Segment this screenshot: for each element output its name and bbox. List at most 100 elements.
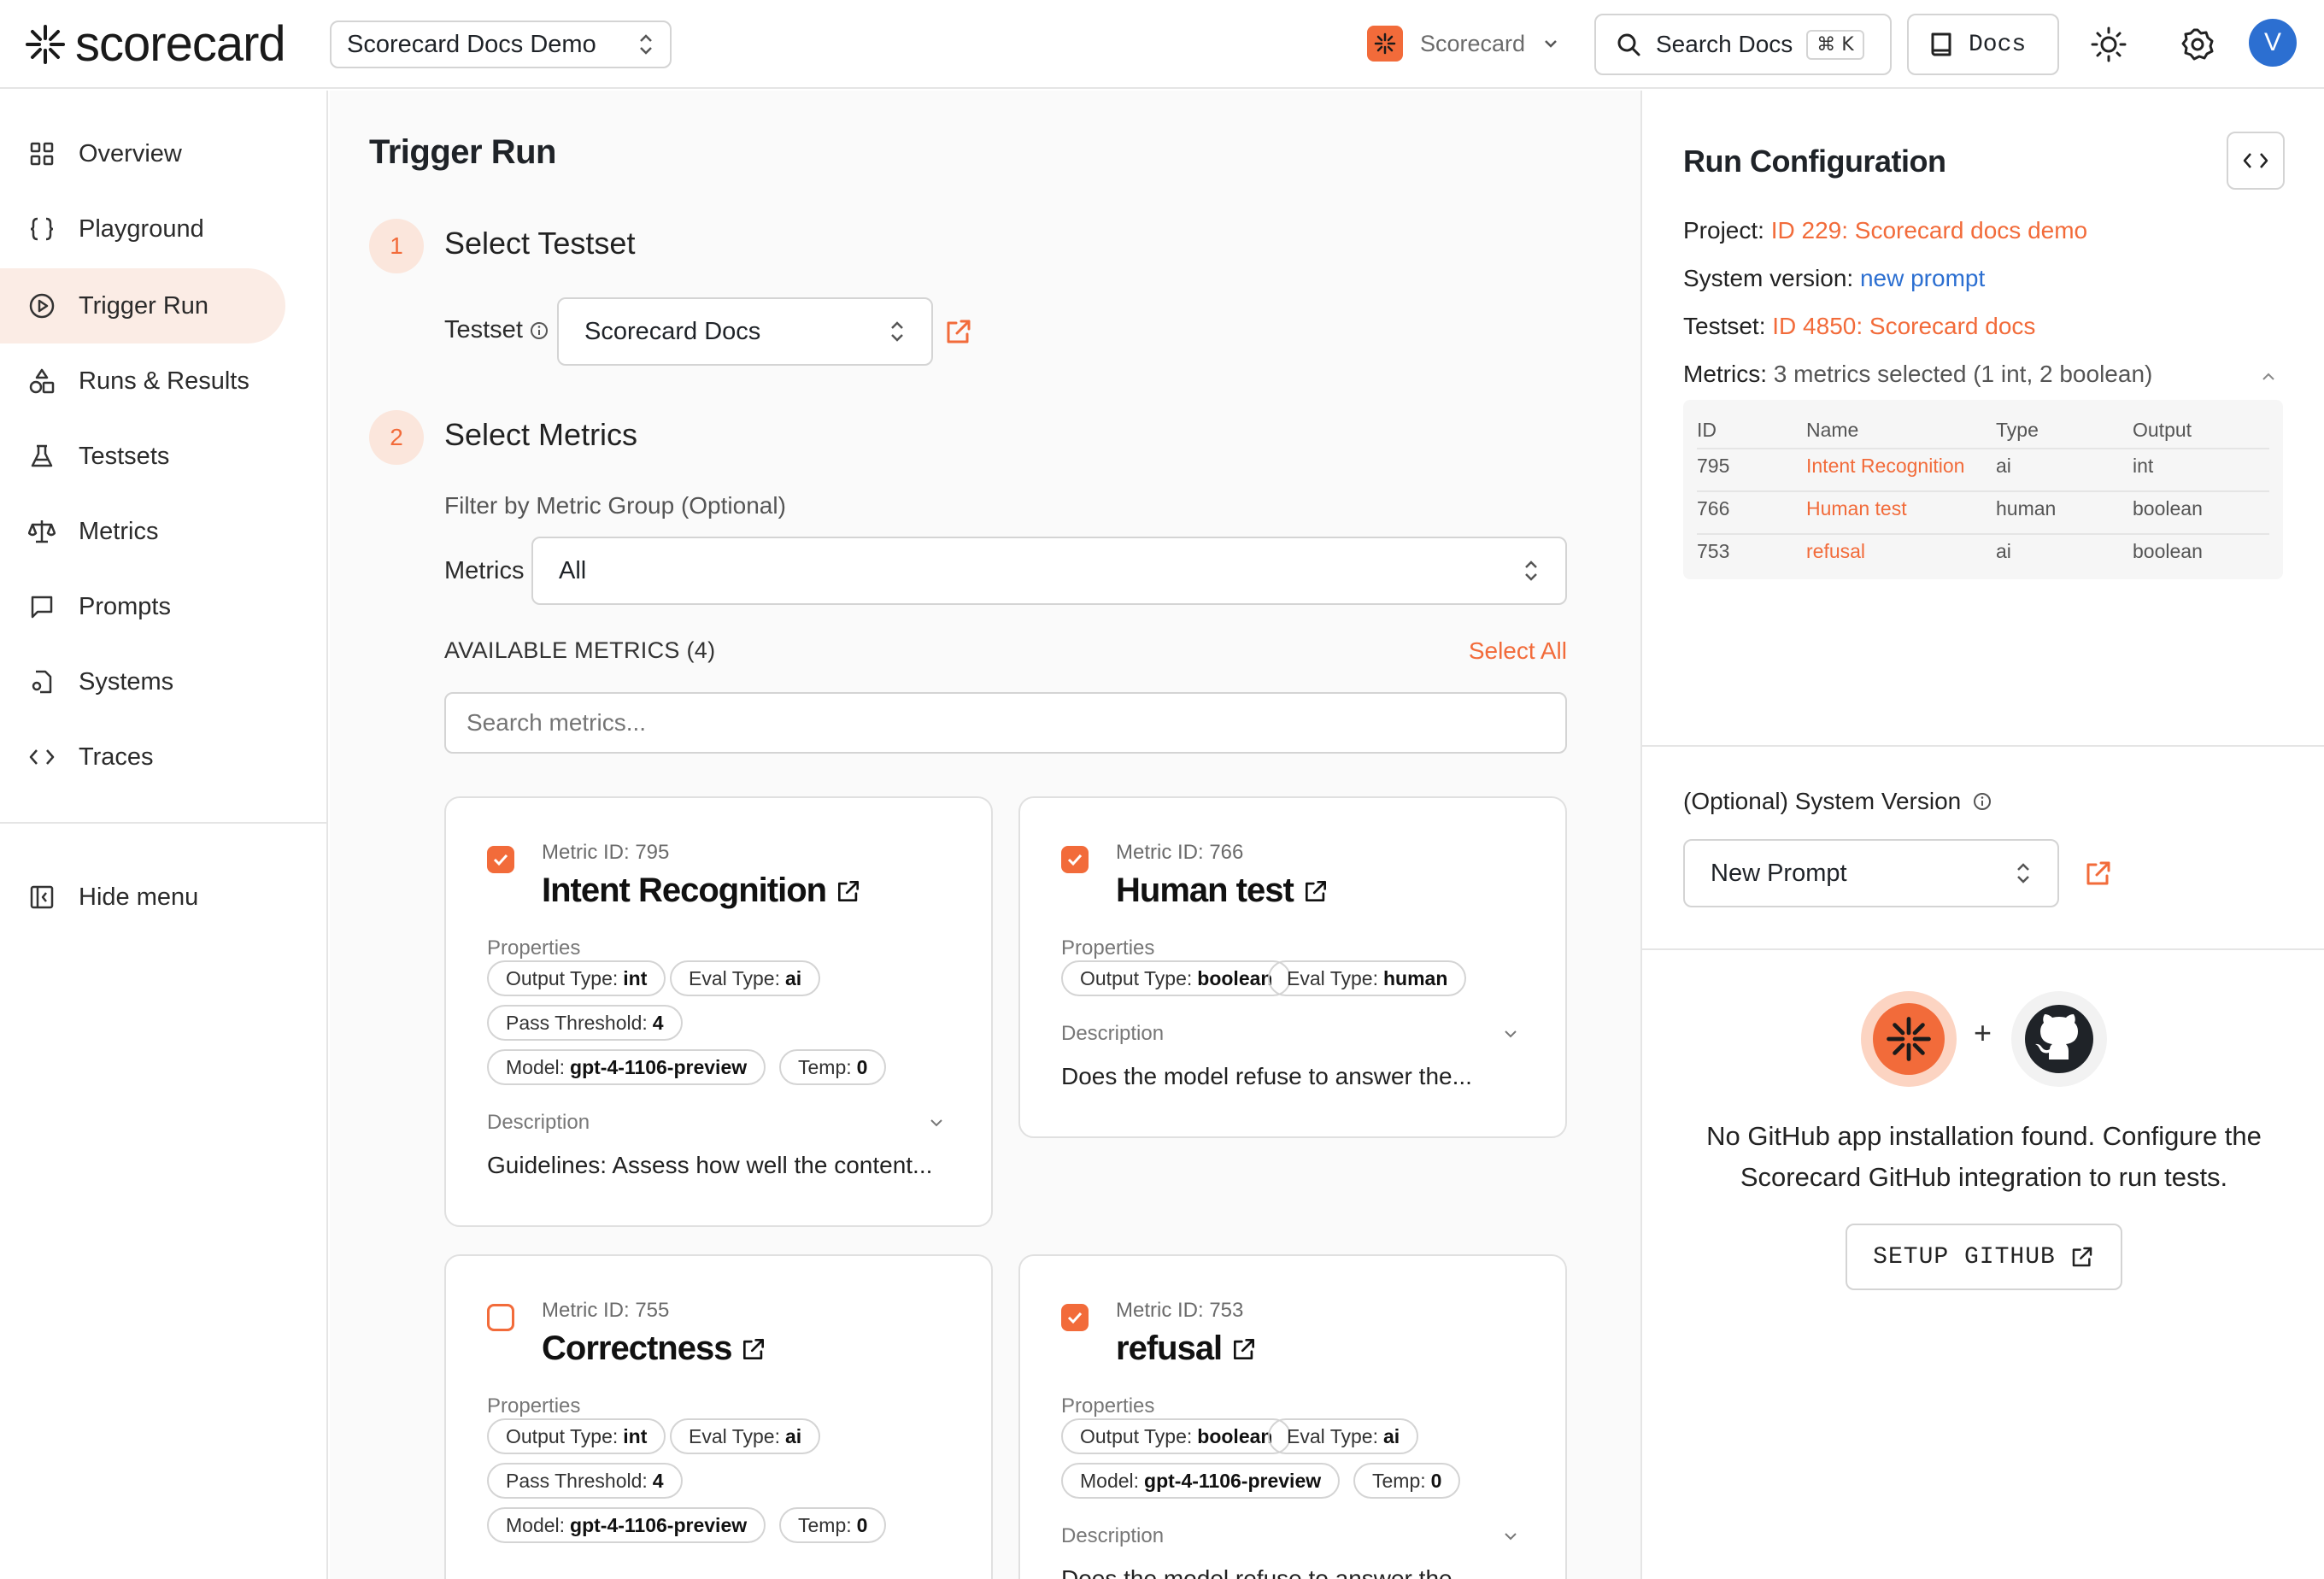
external-link-icon[interactable] — [2083, 858, 2114, 889]
info-icon[interactable] — [530, 321, 549, 340]
metric-name[interactable]: Intent Recognition — [542, 872, 862, 910]
property-chip: Eval Type: ai — [1268, 1418, 1419, 1454]
project-select[interactable]: Scorecard Docs Demo — [330, 21, 672, 68]
sidebar-item-metrics[interactable]: Metrics — [0, 494, 285, 569]
description-label: Description — [1061, 1022, 1165, 1045]
property-chip: Eval Type: ai — [670, 1418, 821, 1454]
property-chip: Output Type: int — [487, 960, 666, 996]
testset-link[interactable]: ID 4850: Scorecard docs — [1772, 313, 2035, 339]
sidebar-item-overview[interactable]: Overview — [0, 116, 285, 191]
metric-link[interactable]: refusal — [1806, 540, 1865, 563]
sidebar-item-playground[interactable]: Playground — [0, 191, 285, 267]
check-icon — [493, 854, 508, 866]
code-icon — [27, 743, 56, 772]
metric-checkbox[interactable] — [487, 1304, 514, 1331]
metrics-field-label: Metrics — [444, 557, 525, 584]
search-docs-button[interactable]: Search Docs ⌘ K — [1594, 14, 1892, 75]
external-link-icon[interactable] — [1230, 1335, 1258, 1363]
metric-card[interactable]: Metric ID: 753 refusal Properties Output… — [1018, 1254, 1567, 1579]
info-icon[interactable] — [1973, 792, 1992, 811]
metric-group-select[interactable]: All — [531, 537, 1567, 605]
scorecard-logo-icon — [1861, 991, 1957, 1087]
select-all-link[interactable]: Select All — [1466, 637, 1567, 665]
run-configuration-title: Run Configuration — [1683, 144, 1946, 179]
sidebar-item-runs-results[interactable]: Runs & Results — [0, 343, 285, 419]
chevron-down-icon[interactable] — [1500, 1024, 1521, 1044]
testset-label-text: Testset — [444, 316, 523, 343]
testset-select[interactable]: Scorecard Docs — [557, 297, 933, 366]
metric-id: Metric ID: 766 — [1116, 841, 1244, 864]
metric-id: Metric ID: 753 — [1116, 1299, 1244, 1322]
system-version-select[interactable]: New Prompt — [1683, 839, 2059, 907]
panel-divider — [1642, 948, 2324, 950]
book-icon — [1931, 32, 1951, 56]
testset-field-label: Testset — [444, 316, 549, 344]
metric-checkbox[interactable] — [1061, 846, 1089, 873]
chevron-down-icon — [1545, 40, 1557, 48]
project-link[interactable]: ID 229: Scorecard docs demo — [1771, 217, 2087, 244]
settings-gear-icon[interactable] — [2179, 26, 2216, 63]
chevron-down-icon[interactable] — [1500, 1526, 1521, 1547]
external-link-icon[interactable] — [740, 1335, 767, 1363]
org-logo-icon — [1367, 26, 1403, 62]
sidebar: Overview Playground Trigger Run Runs & R… — [0, 91, 328, 1579]
metric-card[interactable]: Metric ID: 795 Intent Recognition Proper… — [444, 796, 993, 1227]
sidebar-item-trigger-run[interactable]: Trigger Run — [0, 268, 285, 343]
hide-menu-label: Hide menu — [79, 883, 199, 911]
metric-name-text: Correctness — [542, 1330, 732, 1367]
property-chip: Temp: 0 — [1353, 1463, 1461, 1499]
view-code-button[interactable] — [2227, 132, 2285, 190]
metric-link[interactable]: Intent Recognition — [1806, 455, 1964, 478]
setup-github-button[interactable]: SETUP GITHUB — [1846, 1224, 2122, 1290]
external-link-icon[interactable] — [835, 878, 862, 905]
user-avatar[interactable]: V — [2249, 19, 2297, 67]
code-icon — [2243, 153, 2268, 168]
sidebar-item-traces[interactable]: Traces — [0, 719, 285, 795]
sidebar-item-systems[interactable]: Systems — [0, 644, 285, 719]
selected-metrics-table: ID Name Type Output 795 Intent Recogniti… — [1683, 400, 2283, 579]
metric-name[interactable]: Correctness — [542, 1330, 767, 1368]
metric-card[interactable]: Metric ID: 755 Correctness Properties Ou… — [444, 1254, 993, 1579]
scorecard-logo[interactable]: scorecard — [26, 15, 286, 73]
grid-icon — [27, 139, 56, 168]
step-2-title: Select Metrics — [444, 417, 638, 452]
metric-checkbox[interactable] — [487, 846, 514, 873]
property-chip: Pass Threshold: 4 — [487, 1005, 683, 1041]
play-circle-icon — [27, 291, 56, 320]
property-chip: Model: gpt-4-1106-preview — [487, 1049, 766, 1085]
property-chip: Temp: 0 — [779, 1507, 887, 1543]
external-link-icon[interactable] — [1302, 878, 1329, 905]
sidebar-item-prompts[interactable]: Prompts — [0, 569, 285, 644]
system-version-link[interactable]: new prompt — [1860, 265, 1985, 291]
metric-name[interactable]: Human test — [1116, 872, 1329, 910]
search-metrics-input[interactable] — [444, 692, 1567, 754]
check-icon — [1067, 854, 1083, 866]
sidebar-item-label: Prompts — [79, 592, 171, 620]
sidebar-item-label: Trigger Run — [79, 291, 209, 320]
hide-menu-button[interactable]: Hide menu — [0, 860, 285, 935]
metric-link[interactable]: Human test — [1806, 497, 1907, 520]
metric-id: Metric ID: 795 — [542, 841, 670, 864]
org-switcher[interactable]: Scorecard — [1367, 26, 1559, 62]
properties-label: Properties — [487, 936, 581, 960]
chevron-up-icon[interactable] — [2257, 366, 2280, 388]
sidebar-divider — [0, 822, 326, 824]
step-2-badge: 2 — [369, 410, 424, 465]
description-label: Description — [1061, 1524, 1165, 1547]
metric-description: Does the model refuse to answer the... — [1061, 1063, 1472, 1089]
project-select-value: Scorecard Docs Demo — [347, 30, 596, 58]
chevron-down-icon[interactable] — [926, 1112, 947, 1133]
panel-divider — [1642, 745, 2324, 747]
external-link-icon[interactable] — [943, 316, 974, 347]
metric-card[interactable]: Metric ID: 766 Human test Properties Out… — [1018, 796, 1567, 1138]
metric-name[interactable]: refusal — [1116, 1330, 1258, 1368]
docs-button[interactable]: Docs — [1907, 14, 2059, 75]
sidebar-item-testsets[interactable]: Testsets — [0, 419, 285, 494]
metric-checkbox[interactable] — [1061, 1304, 1089, 1331]
main-content: Trigger Run 1 Select Testset Testset Sco… — [330, 91, 1640, 1579]
sidebar-item-label: Overview — [79, 139, 182, 167]
step-1-title: Select Testset — [444, 226, 636, 261]
search-docs-label: Search Docs — [1656, 31, 1793, 57]
theme-toggle-sun-icon[interactable] — [2090, 26, 2127, 63]
metric-group-select-value: All — [559, 556, 587, 584]
